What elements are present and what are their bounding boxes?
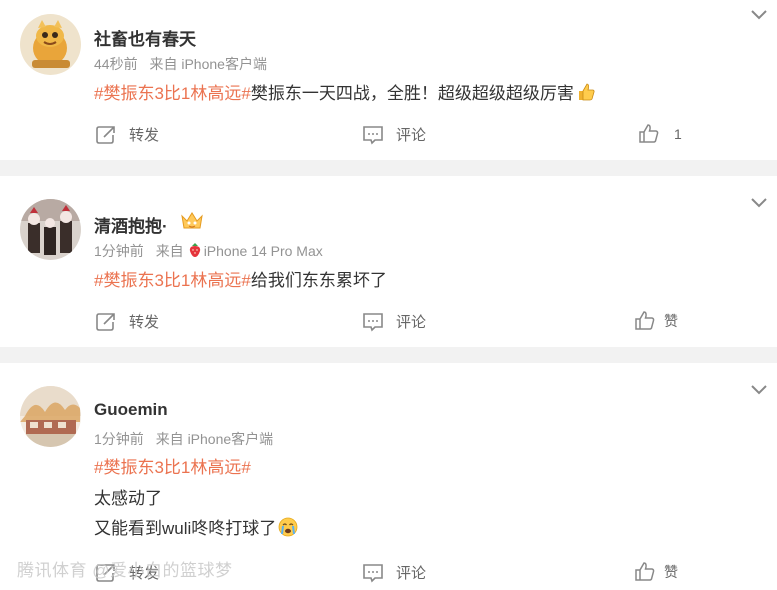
like-button[interactable]: 1 [638, 124, 682, 144]
source: 来自 iPhone客户端 [155, 431, 274, 447]
comment-meta: 1分钟前 来自 iPhone 14 Pro Max [94, 241, 331, 261]
username[interactable]: 清酒抱抱· [94, 212, 168, 237]
comment-card: 清酒抱抱· 1分钟前 来自 iPhone 14 Pro Max #樊振东3比1林高… [0, 176, 777, 347]
strawberry-icon [189, 243, 200, 257]
comment-text: #樊振东3比1林高远#樊振东一天四战，全胜！超级超级超级厉害 [94, 79, 596, 104]
timestamp: 1分钟前 [94, 431, 144, 447]
repost-button[interactable]: 转发 [95, 124, 159, 145]
topic-link[interactable]: #樊振东3比1林高远# [94, 271, 251, 290]
comment-body: 又能看到wuli咚咚打球了 [94, 519, 277, 538]
thumbs-up-icon [635, 311, 655, 330]
repost-icon [96, 563, 115, 582]
username[interactable]: 社畜也有春天 [94, 25, 196, 50]
comment-card: 社畜也有春天 44秒前 来自 iPhone客户端 #樊振东3比1林高远#樊振东一… [0, 0, 777, 160]
repost-icon [96, 312, 115, 331]
repost-label: 转发 [129, 565, 160, 582]
topic-link[interactable]: #樊振东3比1林高远# [94, 84, 251, 103]
comment-body: 太感动了 [94, 489, 162, 508]
thumbs-up-emoji-icon [578, 83, 595, 101]
avatar[interactable] [20, 199, 81, 260]
comment-icon [363, 563, 383, 582]
thumbs-up-icon [635, 562, 655, 581]
source-prefix: 来自 [155, 243, 184, 259]
comment-label: 评论 [396, 127, 427, 144]
comment-button[interactable]: 评论 [362, 124, 426, 145]
comment-icon [363, 125, 383, 144]
repost-icon [96, 125, 115, 144]
comment-body: 给我们东东累坏了 [250, 271, 387, 290]
source: 来自 iPhone客户端 [149, 56, 267, 72]
like-button[interactable]: 赞 [634, 562, 678, 582]
thumbs-up-icon [639, 124, 659, 143]
comment-text: #樊振东3比1林高远# [94, 453, 251, 478]
chevron-down-icon[interactable] [751, 10, 767, 20]
repost-label: 转发 [129, 127, 160, 144]
like-label: 赞 [664, 564, 678, 580]
repost-button[interactable]: 转发 [95, 562, 159, 583]
comment-line: 又能看到wuli咚咚打球了 [94, 514, 298, 539]
comment-label: 评论 [396, 314, 427, 331]
like-button[interactable]: 赞 [634, 311, 678, 331]
source-device: iPhone 14 Pro Max [203, 243, 323, 259]
comment-meta: 1分钟前 来自 iPhone客户端 [94, 429, 281, 449]
crying-emoji-icon [278, 517, 298, 537]
repost-button[interactable]: 转发 [95, 311, 159, 332]
comment-line: 太感动了 [94, 484, 162, 509]
timestamp: 44秒前 [94, 56, 138, 72]
vip-crown-icon [181, 212, 203, 229]
username[interactable]: Guoemin [94, 400, 168, 420]
comment-button[interactable]: 评论 [362, 311, 426, 332]
comment-button[interactable]: 评论 [362, 562, 426, 583]
repost-label: 转发 [129, 314, 160, 331]
like-count: 1 [674, 126, 682, 142]
comment-label: 评论 [396, 565, 427, 582]
chevron-down-icon[interactable] [751, 198, 767, 208]
comment-text: #樊振东3比1林高远#给我们东东累坏了 [94, 266, 387, 291]
topic-link[interactable]: #樊振东3比1林高远# [94, 458, 251, 477]
avatar[interactable] [20, 14, 81, 75]
comment-body: 樊振东一天四战，全胜！超级超级超级厉害 [250, 84, 574, 103]
comment-card: Guoemin 1分钟前 来自 iPhone客户端 #樊振东3比1林高远# 太感… [0, 363, 777, 590]
comment-meta: 44秒前 来自 iPhone客户端 [94, 54, 275, 74]
chevron-down-icon[interactable] [751, 385, 767, 395]
comment-icon [363, 312, 383, 331]
avatar[interactable] [20, 386, 81, 447]
like-label: 赞 [664, 313, 678, 329]
timestamp: 1分钟前 [94, 243, 144, 259]
